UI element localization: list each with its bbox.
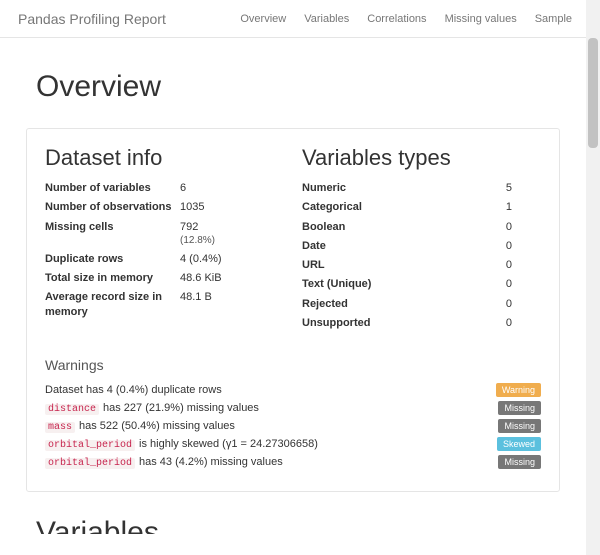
label: Number of observations [45,200,180,214]
value: 1035 [180,200,204,214]
value: 0 [472,277,512,291]
label: URL [302,258,472,272]
next-section-title: Variables [36,516,550,534]
label: Numeric [302,181,472,195]
row-categorical: Categorical 1 [302,200,541,214]
label: Categorical [302,200,472,214]
page-title: Overview [36,70,550,104]
warning-msg: is highly skewed (γ1 = 24.27306658) [139,438,318,450]
badge-skewed: Skewed [497,437,541,451]
row-rejected: Rejected 0 [302,297,541,311]
row-date: Date 0 [302,239,541,253]
value: 0 [472,220,512,234]
warning-msg: Dataset has 4 (0.4%) duplicate rows [45,384,222,396]
var-name: distance [45,404,99,415]
label: Average record size in memory [45,290,180,319]
value: 4 (0.4%) [180,252,222,266]
nav-missing[interactable]: Missing values [445,13,517,25]
label: Date [302,239,472,253]
var-name: mass [45,422,75,433]
label: Text (Unique) [302,277,472,291]
warning-row: distance has 227 (21.9%) missing values … [45,401,541,415]
var-name: orbital_period [45,440,135,451]
badge-warning: Warning [496,383,541,397]
nav-correlations[interactable]: Correlations [367,13,426,25]
row-unsupported: Unsupported 0 [302,316,541,330]
value: 1 [472,200,512,214]
row-boolean: Boolean 0 [302,220,541,234]
row-text: Text (Unique) 0 [302,277,541,291]
row-dupes: Duplicate rows 4 (0.4%) [45,252,284,266]
label: Number of variables [45,181,180,195]
label: Boolean [302,220,472,234]
value-sub: (12.8%) [180,234,215,247]
warnings-heading: Warnings [45,357,541,373]
warning-text: distance has 227 (21.9%) missing values [45,402,259,415]
warning-text: Dataset has 4 (0.4%) duplicate rows [45,384,222,396]
warning-text: orbital_period has 43 (4.2%) missing val… [45,456,283,469]
badge-missing: Missing [498,401,541,415]
scrollbar-thumb[interactable] [588,38,598,148]
badge-missing: Missing [498,455,541,469]
value: 0 [472,239,512,253]
row-n-vars: Number of variables 6 [45,181,284,195]
row-avg-rec: Average record size in memory 48.1 B [45,290,284,319]
warnings: Warnings Dataset has 4 (0.4%) duplicate … [45,357,541,469]
warning-msg: has 522 (50.4%) missing values [79,420,235,432]
warning-msg: has 43 (4.2%) missing values [139,456,283,468]
dataset-info: Dataset info Number of variables 6 Numbe… [45,145,284,335]
scrollbar-track[interactable] [586,0,600,555]
app-title: Pandas Profiling Report [18,11,166,27]
nav-variables[interactable]: Variables [304,13,349,25]
label: Unsupported [302,316,472,330]
value: 792 (12.8%) [180,220,215,247]
row-missing: Missing cells 792 (12.8%) [45,220,284,247]
nav-links: Overview Variables Correlations Missing … [240,13,572,25]
value: 0 [472,258,512,272]
value: 6 [180,181,186,195]
overview-panel: Dataset info Number of variables 6 Numbe… [26,128,560,492]
warning-row: Dataset has 4 (0.4%) duplicate rows Warn… [45,383,541,397]
warning-text: orbital_period is highly skewed (γ1 = 24… [45,438,318,451]
content: Overview Dataset info Number of variable… [0,38,586,534]
dataset-info-heading: Dataset info [45,145,284,171]
value-main: 792 [180,221,198,233]
warning-text: mass has 522 (50.4%) missing values [45,420,235,433]
row-numeric: Numeric 5 [302,181,541,195]
badge-missing: Missing [498,419,541,433]
value: 48.1 B [180,290,212,319]
value: 0 [472,297,512,311]
row-n-obs: Number of observations 1035 [45,200,284,214]
warning-msg: has 227 (21.9%) missing values [103,402,259,414]
value: 0 [472,316,512,330]
label: Total size in memory [45,271,180,285]
value: 5 [472,181,512,195]
nav-sample[interactable]: Sample [535,13,572,25]
row-total-mem: Total size in memory 48.6 KiB [45,271,284,285]
nav-overview[interactable]: Overview [240,13,286,25]
variables-types: Variables types Numeric 5 Categorical 1 … [302,145,541,335]
value: 48.6 KiB [180,271,222,285]
label: Duplicate rows [45,252,180,266]
variables-types-heading: Variables types [302,145,541,171]
row-url: URL 0 [302,258,541,272]
top-nav: Pandas Profiling Report Overview Variabl… [0,0,586,38]
warning-row: orbital_period has 43 (4.2%) missing val… [45,455,541,469]
label: Missing cells [45,220,180,247]
var-name: orbital_period [45,458,135,469]
label: Rejected [302,297,472,311]
warning-row: mass has 522 (50.4%) missing values Miss… [45,419,541,433]
warning-row: orbital_period is highly skewed (γ1 = 24… [45,437,541,451]
